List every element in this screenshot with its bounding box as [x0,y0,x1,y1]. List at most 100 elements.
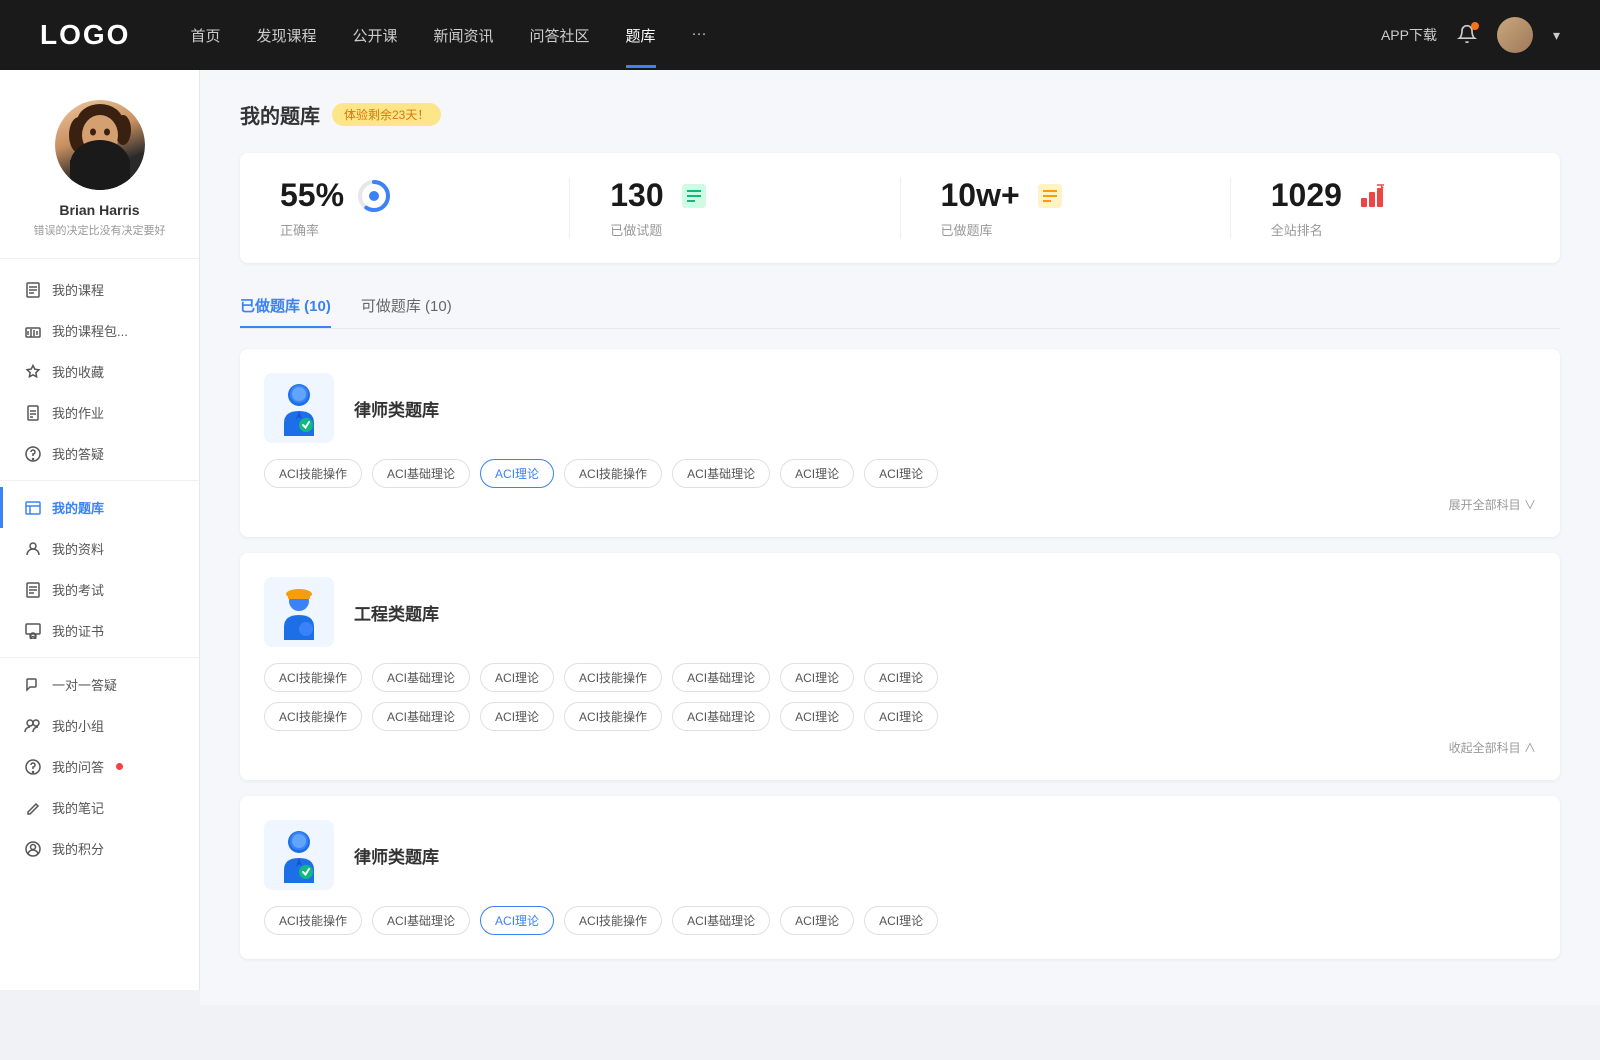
sidebar-divider [0,480,199,481]
expand-link-1[interactable]: 展开全部科目 ∨ [264,496,1536,513]
tag-item[interactable]: ACI技能操作 [564,702,662,731]
bank-tags-row-2b: ACI技能操作 ACI基础理论 ACI理论 ACI技能操作 ACI基础理论 AC… [264,702,1536,731]
one-on-one-icon [24,676,42,694]
tag-item[interactable]: ACI技能操作 [564,459,662,488]
sidebar-item-label: 我的笔记 [52,798,104,817]
sidebar-divider-2 [0,657,199,658]
tag-item-active[interactable]: ACI理论 [480,906,554,935]
tag-item[interactable]: ACI理论 [864,663,938,692]
stat-label-banks: 已做题库 [941,220,993,239]
collapse-link-2[interactable]: 收起全部科目 ∧ [264,739,1536,756]
nav-link-news[interactable]: 新闻资讯 [434,25,494,46]
bank-card-header: 律师类题库 [264,373,1536,443]
sidebar-profile: Brian Harris 错误的决定比没有决定要好 [0,100,199,259]
my-points-icon [24,840,42,858]
stat-value-ranking: 1029 [1271,177,1342,214]
user-avatar[interactable] [1497,17,1533,53]
bank-card-1: 律师类题库 ACI技能操作 ACI基础理论 ACI理论 ACI技能操作 ACI基… [240,349,1560,537]
tag-item[interactable]: ACI基础理论 [372,906,470,935]
question-bank-tabs: 已做题库 (10) 可做题库 (10) [240,287,1560,329]
nav-link-home[interactable]: 首页 [190,25,220,46]
sidebar-item-label: 我的资料 [52,539,104,558]
tag-item[interactable]: ACI理论 [780,906,854,935]
nav-link-open-course[interactable]: 公开课 [352,25,397,46]
tag-item[interactable]: ACI技能操作 [564,906,662,935]
nav-link-qa[interactable]: 问答社区 [530,25,590,46]
sidebar-item-my-notes[interactable]: 我的笔记 [0,787,199,828]
bank-title-3: 律师类题库 [354,843,439,868]
my-certificate-icon [24,622,42,640]
notification-bell[interactable] [1457,24,1477,47]
bank-card-header: 工程类题库 [264,577,1536,647]
sidebar-item-my-questions[interactable]: 我的问答 [0,746,199,787]
nav-right: APP下载 ▾ [1381,17,1560,53]
stat-ranking: 1029 全站排名 [1231,177,1560,239]
bank-card-3: 律师类题库 ACI技能操作 ACI基础理论 ACI理论 ACI技能操作 ACI基… [240,796,1560,959]
tag-item[interactable]: ACI基础理论 [672,702,770,731]
notification-dot [1471,22,1479,30]
tag-item[interactable]: ACI技能操作 [564,663,662,692]
sidebar-item-label: 我的题库 [52,498,104,517]
tag-item[interactable]: ACI基础理论 [672,459,770,488]
sidebar-item-my-queries[interactable]: 我的答疑 [0,433,199,474]
tag-item[interactable]: ACI基础理论 [672,906,770,935]
tag-item[interactable]: ACI技能操作 [264,459,362,488]
my-packages-icon [24,322,42,340]
user-dropdown-arrow[interactable]: ▾ [1553,27,1560,44]
nav-link-question-bank[interactable]: 题库 [626,25,656,46]
stat-accuracy: 55% 正确率 [240,177,570,239]
sidebar-item-my-homework[interactable]: 我的作业 [0,392,199,433]
tag-item[interactable]: ACI基础理论 [372,702,470,731]
stat-label-accuracy: 正确率 [280,220,319,239]
tag-item[interactable]: ACI技能操作 [264,663,362,692]
sidebar-item-my-certificate[interactable]: 我的证书 [0,610,199,651]
sidebar-item-my-packages[interactable]: 我的课程包... [0,310,199,351]
sidebar-item-my-groups[interactable]: 我的小组 [0,705,199,746]
stat-value-accuracy: 55% [280,177,344,214]
sidebar-item-label: 一对一答疑 [52,675,117,694]
stat-label-ranking: 全站排名 [1271,220,1323,239]
sidebar-item-my-points[interactable]: 我的积分 [0,828,199,869]
tab-done-banks[interactable]: 已做题库 (10) [240,287,331,328]
tag-item[interactable]: ACI理论 [480,663,554,692]
stat-label-questions: 已做试题 [610,220,662,239]
bank-icon-engineer [264,577,334,647]
tag-item[interactable]: ACI理论 [864,459,938,488]
stat-row: 1029 [1271,177,1390,214]
my-courses-icon [24,281,42,299]
sidebar-item-my-courses[interactable]: 我的课程 [0,269,199,310]
tag-item-active[interactable]: ACI理论 [480,459,554,488]
nav-link-more[interactable]: ··· [692,25,707,46]
tag-item[interactable]: ACI基础理论 [672,663,770,692]
logo: LOGO [40,19,130,51]
tag-item[interactable]: ACI理论 [780,663,854,692]
sidebar-item-my-exams[interactable]: 我的考试 [0,569,199,610]
tag-item[interactable]: ACI理论 [780,459,854,488]
stat-value-questions: 130 [610,177,663,214]
stat-row: 55% [280,177,392,214]
sidebar-item-my-favorites[interactable]: 我的收藏 [0,351,199,392]
stat-row: 130 [610,177,711,214]
nav-link-discover[interactable]: 发现课程 [256,25,316,46]
bank-tags-row-2a: ACI技能操作 ACI基础理论 ACI理论 ACI技能操作 ACI基础理论 AC… [264,663,1536,692]
sidebar-item-my-profile[interactable]: 我的资料 [0,528,199,569]
my-exams-icon [24,581,42,599]
tag-item[interactable]: ACI理论 [480,702,554,731]
sidebar-item-label: 我的收藏 [52,362,104,381]
sidebar-item-my-question-bank[interactable]: 我的题库 [0,487,199,528]
sidebar-item-one-on-one[interactable]: 一对一答疑 [0,664,199,705]
tab-available-banks[interactable]: 可做题库 (10) [361,287,452,328]
tag-item[interactable]: ACI理论 [780,702,854,731]
tag-item[interactable]: ACI基础理论 [372,663,470,692]
main-layout: Brian Harris 错误的决定比没有决定要好 我的课程 [0,70,1600,1005]
tag-item[interactable]: ACI理论 [864,702,938,731]
tag-item[interactable]: ACI技能操作 [264,702,362,731]
top-navigation: LOGO 首页 发现课程 公开课 新闻资讯 问答社区 题库 ··· APP下载 … [0,0,1600,70]
nav-links: 首页 发现课程 公开课 新闻资讯 问答社区 题库 ··· [190,25,1381,46]
tag-item[interactable]: ACI技能操作 [264,906,362,935]
tag-item[interactable]: ACI基础理论 [372,459,470,488]
tag-item[interactable]: ACI理论 [864,906,938,935]
bank-icon-lawyer-3 [264,820,334,890]
app-download-button[interactable]: APP下载 [1381,25,1437,45]
main-content: 我的题库 体验剩余23天！ 55% 正确率 [200,70,1600,1005]
